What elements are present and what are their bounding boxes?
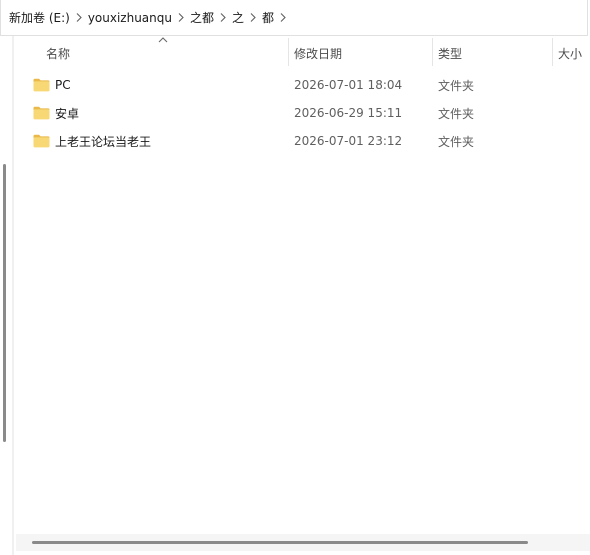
- file-name: PC: [55, 78, 71, 92]
- breadcrumb: 新加卷 (E:) youxizhuanqu 之都 之 都: [0, 0, 588, 36]
- chevron-right-icon[interactable]: [72, 6, 86, 30]
- breadcrumb-item-youxizhuanqu[interactable]: youxizhuanqu: [86, 6, 174, 30]
- horizontal-scrollbar[interactable]: [16, 534, 590, 551]
- folder-icon: [33, 134, 50, 148]
- navigation-pane: [0, 36, 12, 555]
- breadcrumb-item-du[interactable]: 都: [260, 6, 276, 30]
- column-header-name[interactable]: 名称: [40, 36, 288, 70]
- file-row-laowang[interactable]: 上老王论坛当老王 2026-07-01 23:12 文件夹: [14, 127, 590, 155]
- file-type: 文件夹: [438, 134, 475, 149]
- file-list-view: 名称 修改日期 类型 大小 PC 2026-07-01 18:04 文件夹 安卓…: [14, 36, 590, 555]
- column-header-date-modified[interactable]: 修改日期: [288, 36, 432, 70]
- folder-icon: [33, 106, 50, 120]
- file-type: 文件夹: [438, 106, 475, 121]
- file-date-modified: 2026-07-01 23:12: [294, 134, 403, 148]
- column-header-type[interactable]: 类型: [432, 36, 552, 70]
- breadcrumb-item-zhidu[interactable]: 之都: [188, 6, 216, 30]
- file-name-cell: 安卓: [33, 99, 79, 127]
- file-name: 安卓: [55, 106, 80, 121]
- file-row-pc[interactable]: PC 2026-07-01 18:04 文件夹: [14, 71, 590, 99]
- chevron-right-icon[interactable]: [276, 6, 290, 30]
- chevron-right-icon[interactable]: [174, 6, 188, 30]
- file-type: 文件夹: [438, 78, 475, 93]
- chevron-right-icon[interactable]: [216, 6, 230, 30]
- file-explorer-window: 新加卷 (E:) youxizhuanqu 之都 之 都 名称 修改日期 类型 …: [0, 0, 590, 555]
- breadcrumb-item-drive[interactable]: 新加卷 (E:): [7, 6, 72, 30]
- file-date-modified: 2026-06-29 15:11: [294, 106, 403, 120]
- file-name-cell: PC: [33, 71, 71, 99]
- file-date-modified: 2026-07-01 18:04: [294, 78, 403, 92]
- column-header-size[interactable]: 大小: [552, 36, 590, 70]
- chevron-right-icon[interactable]: [246, 6, 260, 30]
- horizontal-scrollbar-thumb[interactable]: [32, 541, 528, 544]
- file-list: PC 2026-07-01 18:04 文件夹 安卓 2026-06-29 15…: [14, 71, 590, 155]
- navigation-pane-scrollbar[interactable]: [3, 164, 6, 442]
- breadcrumb-item-zhi[interactable]: 之: [230, 6, 246, 30]
- file-row-android[interactable]: 安卓 2026-06-29 15:11 文件夹: [14, 99, 590, 127]
- folder-icon: [33, 78, 50, 92]
- file-name: 上老王论坛当老王: [55, 134, 152, 149]
- file-name-cell: 上老王论坛当老王: [33, 127, 151, 155]
- column-header-row: 名称 修改日期 类型 大小: [14, 36, 590, 70]
